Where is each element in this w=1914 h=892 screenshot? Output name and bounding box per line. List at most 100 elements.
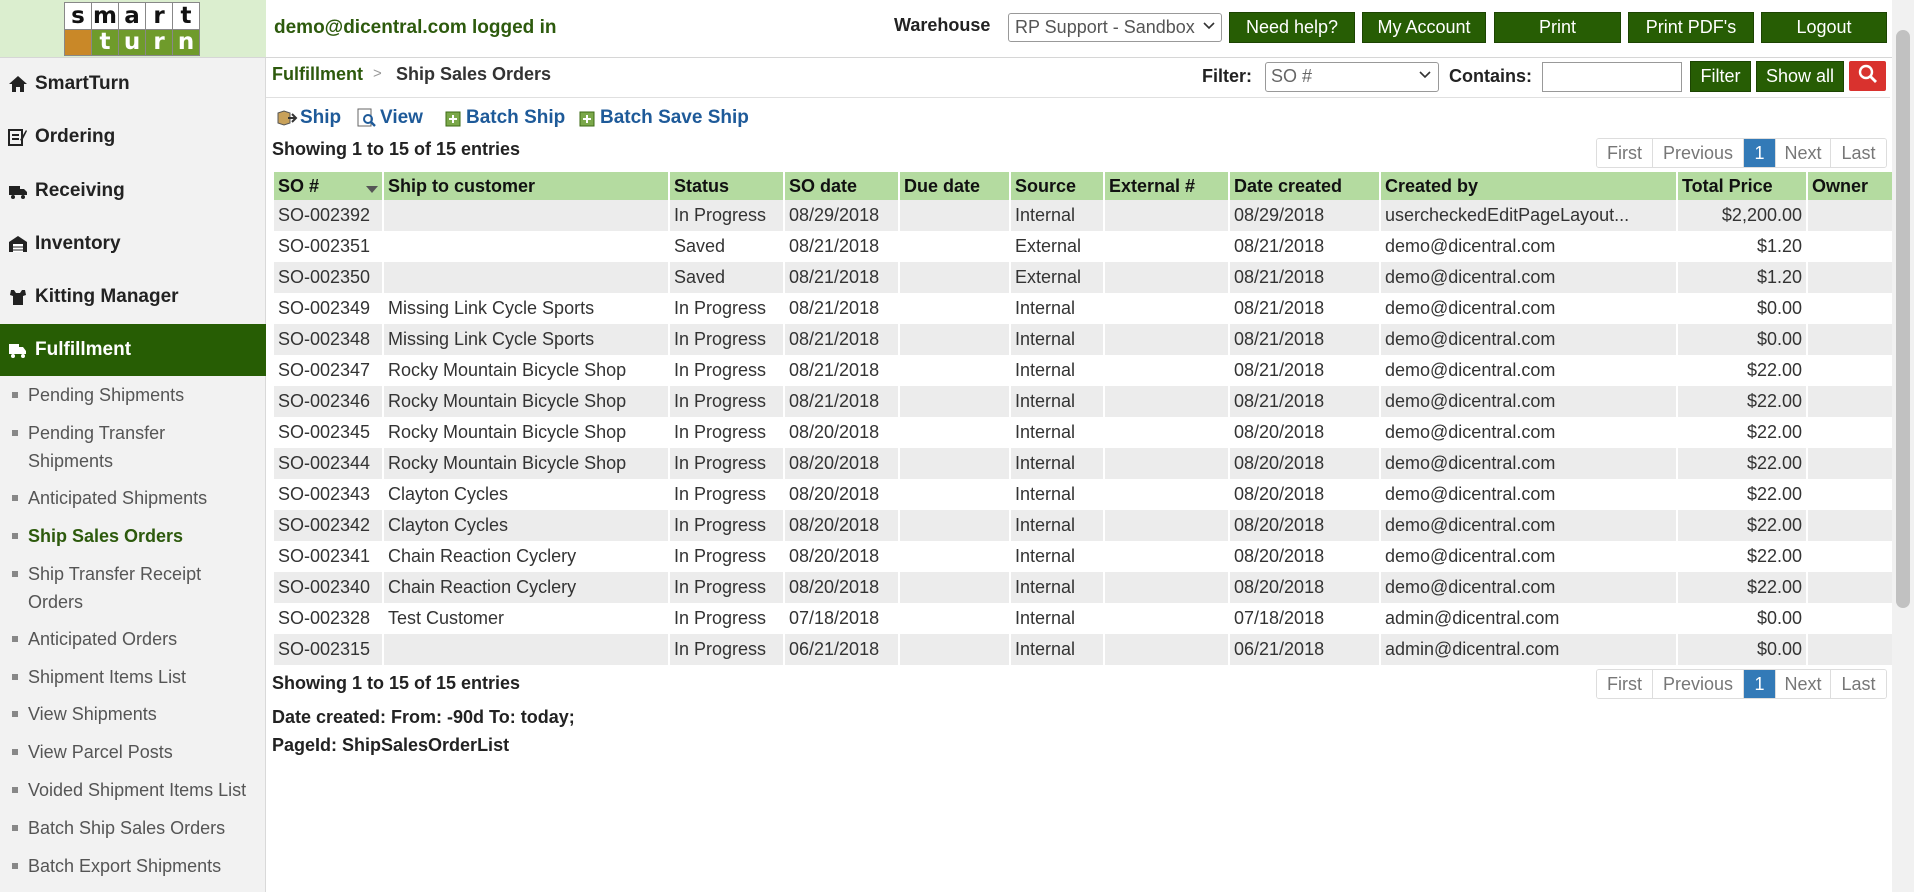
nav-item-kitting-manager[interactable]: Kitting Manager: [0, 271, 266, 323]
logo-letter: a: [119, 3, 145, 29]
batch-save-ship-action[interactable]: Batch Save Ship: [578, 107, 749, 129]
table-row[interactable]: SO-002328 Test Customer In Progress 07/18/2…: [274, 603, 1892, 634]
cell-source: Internal: [1011, 572, 1103, 603]
contains-input[interactable]: [1542, 62, 1682, 92]
cell-owner: [1808, 262, 1892, 293]
table-row[interactable]: SO-002392 In Progress 08/29/2018 Internal 08…: [274, 200, 1892, 231]
logout-button[interactable]: Logout: [1761, 12, 1887, 43]
filter-field-select[interactable]: SO #: [1265, 62, 1439, 92]
table-row[interactable]: SO-002315 In Progress 06/21/2018 Internal 06…: [274, 634, 1892, 665]
table-row[interactable]: SO-002343 Clayton Cycles In Progress 08/20/…: [274, 479, 1892, 510]
table-row[interactable]: SO-002349 Missing Link Cycle Sports In Pro…: [274, 293, 1892, 324]
pager-current-page[interactable]: 1: [1744, 670, 1776, 698]
cell-source: External: [1011, 231, 1103, 262]
sub-item-anticipated-orders[interactable]: Anticipated Orders: [12, 625, 262, 653]
cell-status: In Progress: [670, 541, 783, 572]
search-icon: [1858, 64, 1878, 89]
table-row[interactable]: SO-002348 Missing Link Cycle Sports In Pro…: [274, 324, 1892, 355]
table-row[interactable]: SO-002341 Chain Reaction Cyclery In Progre…: [274, 541, 1892, 572]
breadcrumb-filter-bar: Fulfillment > Ship Sales Orders Filter: …: [266, 58, 1890, 98]
pager-previous[interactable]: Previous: [1653, 670, 1744, 698]
column-header-so-date[interactable]: SO date: [785, 172, 898, 200]
cell-date-created: 08/29/2018: [1230, 200, 1379, 231]
nav-item-receiving[interactable]: Receiving: [0, 165, 266, 217]
column-header-so-number[interactable]: SO #: [274, 172, 382, 200]
table-row[interactable]: SO-002346 Rocky Mountain Bicycle Shop In P…: [274, 386, 1892, 417]
sub-item-voided-shipment-items-list[interactable]: Voided Shipment Items List: [12, 776, 262, 804]
column-header-total-price[interactable]: Total Price: [1678, 172, 1806, 200]
pager-last[interactable]: Last: [1831, 670, 1886, 698]
chevron-down-icon: [1202, 18, 1216, 36]
vertical-scrollbar[interactable]: [1892, 0, 1914, 892]
column-header-created-by[interactable]: Created by: [1381, 172, 1676, 200]
sub-item-batch-export-shipments[interactable]: Batch Export Shipments: [12, 852, 262, 880]
column-header-external-number[interactable]: External #: [1105, 172, 1228, 200]
sub-item-view-shipments[interactable]: View Shipments: [12, 700, 262, 728]
cell-external-number: [1105, 510, 1228, 541]
sub-item-pending-transfer-shipments[interactable]: Pending Transfer Shipments: [12, 419, 262, 475]
pager-next[interactable]: Next: [1776, 139, 1831, 167]
nav-item-fulfillment[interactable]: Fulfillment: [0, 324, 266, 376]
pager-last[interactable]: Last: [1831, 139, 1886, 167]
table-row[interactable]: SO-002351 Saved 08/21/2018 External 08/21/20…: [274, 231, 1892, 262]
table-row[interactable]: SO-002347 Rocky Mountain Bicycle Shop In P…: [274, 355, 1892, 386]
column-header-source[interactable]: Source: [1011, 172, 1103, 200]
view-action[interactable]: View: [356, 107, 423, 129]
cell-owner: [1808, 634, 1892, 665]
sub-item-batch-ship-sales-orders[interactable]: Batch Ship Sales Orders: [12, 814, 262, 842]
table-row[interactable]: SO-002344 Rocky Mountain Bicycle Shop In P…: [274, 448, 1892, 479]
cell-external-number: [1105, 324, 1228, 355]
show-all-button[interactable]: Show all: [1756, 61, 1844, 92]
sub-item-ship-sales-orders[interactable]: Ship Sales Orders: [12, 522, 262, 550]
sub-item-view-parcel-posts[interactable]: View Parcel Posts: [12, 738, 262, 766]
cell-due-date: [900, 262, 1009, 293]
cell-date-created: 08/21/2018: [1230, 355, 1379, 386]
table-row[interactable]: SO-002350 Saved 08/21/2018 External 08/21/20…: [274, 262, 1892, 293]
cell-external-number: [1105, 603, 1228, 634]
search-button[interactable]: [1849, 61, 1886, 91]
print-button[interactable]: Print: [1494, 12, 1621, 43]
scrollbar-thumb[interactable]: [1896, 30, 1910, 608]
table-row[interactable]: SO-002345 Rocky Mountain Bicycle Shop In P…: [274, 417, 1892, 448]
pager-next[interactable]: Next: [1776, 670, 1831, 698]
sub-item-shipment-items-list[interactable]: Shipment Items List: [12, 663, 262, 691]
table-row[interactable]: SO-002342 Clayton Cycles In Progress 08/20/…: [274, 510, 1892, 541]
ship-action[interactable]: Ship: [276, 107, 341, 129]
column-header-ship-to-customer[interactable]: Ship to customer: [384, 172, 668, 200]
sub-item-ship-transfer-receipt-orders[interactable]: Ship Transfer Receipt Orders: [12, 560, 262, 616]
view-action-label: View: [380, 107, 423, 128]
nav-item-ordering[interactable]: Ordering: [0, 111, 266, 163]
sub-item-label: Anticipated Shipments: [28, 488, 208, 508]
cell-owner: [1808, 572, 1892, 603]
column-header-owner[interactable]: Owner: [1808, 172, 1892, 200]
cell-created-by: demo@dicentral.com: [1381, 510, 1676, 541]
sub-item-pending-shipments[interactable]: Pending Shipments: [12, 381, 262, 409]
nav-item-inventory[interactable]: Inventory: [0, 218, 266, 270]
batch-ship-action[interactable]: Batch Ship: [444, 107, 565, 129]
sub-item-anticipated-shipments[interactable]: Anticipated Shipments: [12, 484, 262, 512]
cell-due-date: [900, 231, 1009, 262]
warehouse-select[interactable]: RP Support - Sandbox: [1008, 13, 1222, 42]
smartturn-logo[interactable]: s m a r t t u r n: [64, 2, 200, 56]
bullet-icon: [12, 825, 18, 831]
cell-owner: [1808, 417, 1892, 448]
print-pdf-button[interactable]: Print PDF's: [1628, 12, 1754, 43]
breadcrumb-root-link[interactable]: Fulfillment: [272, 64, 363, 85]
nav-item-smartturn[interactable]: SmartTurn: [0, 58, 266, 110]
sub-item-label: View Shipments: [28, 704, 157, 724]
column-header-date-created[interactable]: Date created: [1230, 172, 1379, 200]
help-button[interactable]: Need help?: [1229, 12, 1355, 43]
column-header-status[interactable]: Status: [670, 172, 783, 200]
pager-previous[interactable]: Previous: [1653, 139, 1744, 167]
table-row[interactable]: SO-002340 Chain Reaction Cyclery In Progre…: [274, 572, 1892, 603]
filter-button[interactable]: Filter: [1690, 61, 1751, 92]
cell-date-created: 08/20/2018: [1230, 448, 1379, 479]
pager-first[interactable]: First: [1597, 670, 1653, 698]
my-account-button[interactable]: My Account: [1362, 12, 1486, 43]
column-header-due-date[interactable]: Due date: [900, 172, 1009, 200]
pager-first[interactable]: First: [1597, 139, 1653, 167]
logo-letter: r: [146, 3, 172, 29]
cell-total-price: $22.00: [1678, 572, 1806, 603]
pager-current-page[interactable]: 1: [1744, 139, 1776, 167]
entries-info-top: Showing 1 to 15 of 15 entries: [272, 139, 521, 159]
